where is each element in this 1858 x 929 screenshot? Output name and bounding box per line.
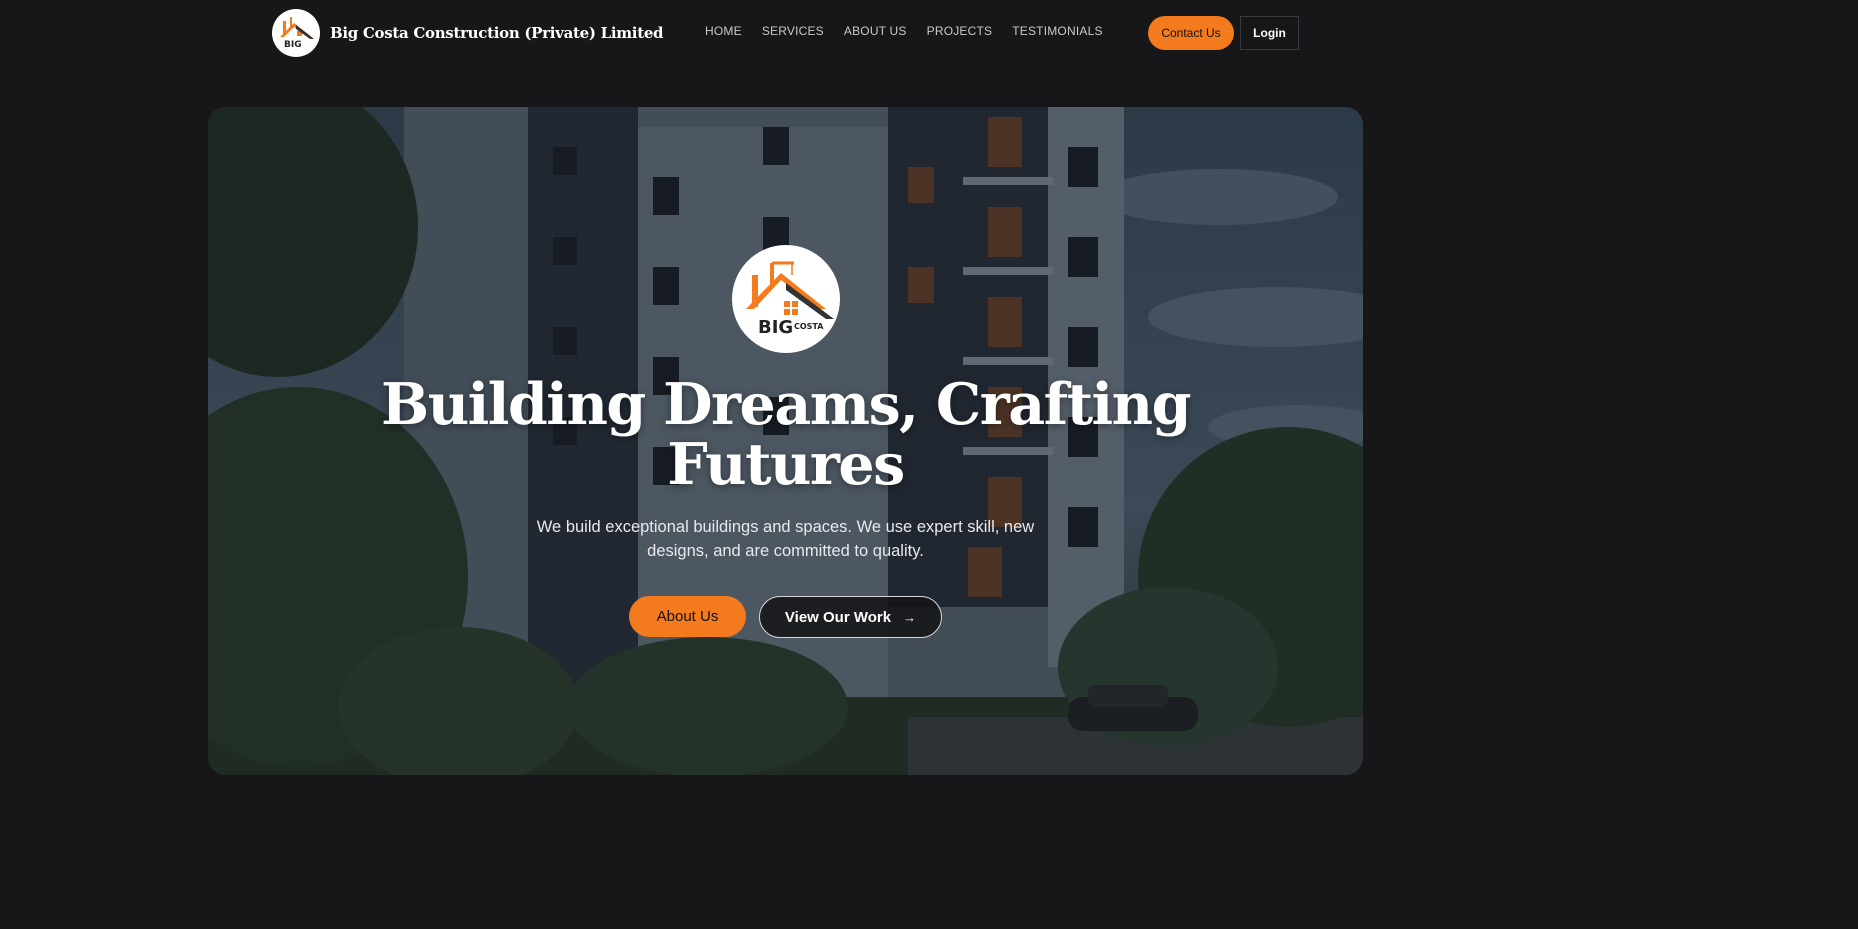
nav-services[interactable]: SERVICES — [762, 24, 824, 38]
main-nav: HOME SERVICES ABOUT US PROJECTS TESTIMON… — [705, 24, 1103, 38]
login-button[interactable]: Login — [1240, 16, 1299, 50]
hero-subtext: We build exceptional buildings and space… — [536, 518, 1035, 560]
hero-headline: Building Dreams, Crafting Futures — [208, 375, 1363, 495]
nav-home[interactable]: HOME — [705, 24, 742, 38]
brand-name: Big Costa Construction (Private) Limited — [330, 24, 664, 42]
about-us-button[interactable]: About Us — [629, 596, 746, 637]
view-our-work-button[interactable]: View Our Work → — [759, 596, 942, 638]
contact-us-button[interactable]: Contact Us — [1148, 16, 1234, 50]
arrow-right-icon: → — [903, 609, 917, 625]
nav-testimonials[interactable]: TESTIMONIALS — [1012, 24, 1102, 38]
logo-mark-icon: BIG COSTA — [746, 261, 834, 338]
company-logo-small[interactable]: BIG — [272, 9, 320, 57]
nav-about-us[interactable]: ABOUT US — [844, 24, 907, 38]
hero-headline-line1: Building Dreams, Crafting — [381, 371, 1191, 438]
hero-headline-line2: Futures — [667, 431, 905, 498]
svg-text:BIG: BIG — [758, 317, 793, 338]
logo-mark-icon: BIG — [280, 17, 314, 50]
brand[interactable]: BIG Big Costa Construction (Private) Lim… — [272, 8, 664, 58]
company-logo-large: BIG COSTA — [732, 245, 840, 353]
nav-projects[interactable]: PROJECTS — [927, 24, 993, 38]
site-header: BIG Big Costa Construction (Private) Lim… — [0, 0, 1568, 66]
view-our-work-label: View Our Work — [784, 608, 892, 626]
svg-text:BIG: BIG — [284, 40, 302, 50]
hero-content: BIG COSTA Building Dreams, Crafting Futu… — [208, 107, 1363, 775]
hero-section: BIG COSTA Building Dreams, Crafting Futu… — [208, 107, 1363, 775]
svg-text:COSTA: COSTA — [794, 322, 824, 331]
